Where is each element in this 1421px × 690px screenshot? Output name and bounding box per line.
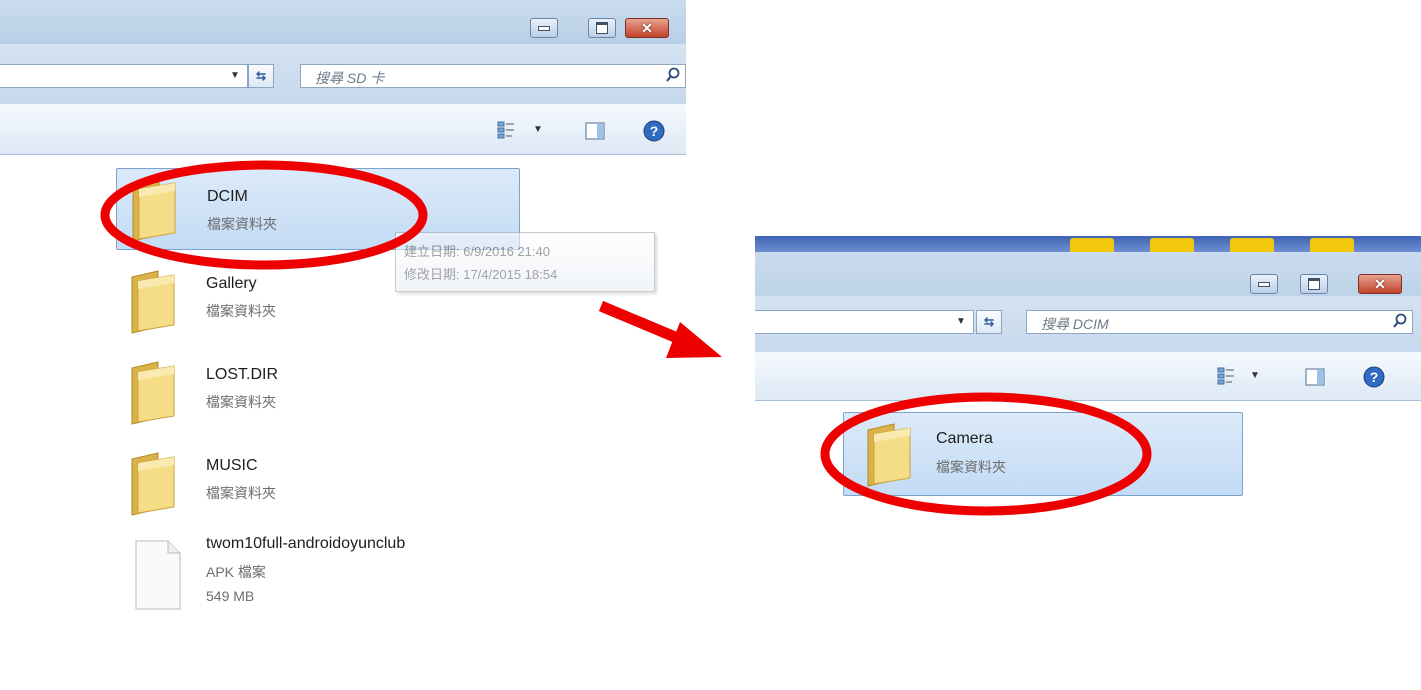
search-placeholder: 搜尋 DCIM xyxy=(1041,316,1109,332)
file-size: 549 MB xyxy=(206,588,255,604)
preview-pane-icon[interactable] xyxy=(1305,368,1325,386)
address-bar-area: ▼ ⇆ 搜尋 SD 卡 xyxy=(0,44,686,104)
file-list: Camera 檔案資料夾 xyxy=(755,401,1421,594)
explorer-window-dcim: ✕ ▼ ⇆ 搜尋 DCIM ▼ ? Camera 檔案資料夾 xyxy=(755,236,1421,594)
file-name: Camera xyxy=(936,430,993,447)
folder-icon xyxy=(131,361,175,425)
address-input[interactable]: ▼ xyxy=(0,64,248,88)
file-type: 檔案資料夾 xyxy=(206,485,276,501)
folder-icon xyxy=(132,178,176,242)
maximize-button[interactable] xyxy=(588,18,616,38)
minimize-button[interactable] xyxy=(1250,274,1278,294)
close-button[interactable]: ✕ xyxy=(625,18,669,38)
file-name: MUSIC xyxy=(206,457,258,474)
refresh-button[interactable]: ⇆ xyxy=(976,310,1002,334)
search-input[interactable]: 搜尋 SD 卡 xyxy=(300,64,686,88)
minimize-button[interactable] xyxy=(530,18,558,38)
svg-text:?: ? xyxy=(1370,369,1379,385)
search-icon[interactable] xyxy=(1392,313,1408,329)
file-item-lost-dir[interactable]: LOST.DIR 檔案資料夾 xyxy=(116,352,520,434)
view-dropdown-icon[interactable]: ▼ xyxy=(533,124,543,135)
file-name: DCIM xyxy=(207,188,248,205)
file-name: Gallery xyxy=(206,275,257,292)
tooltip-modified-date: 修改日期: 17/4/2015 18:54 xyxy=(404,267,558,282)
help-icon[interactable]: ? xyxy=(643,120,665,142)
view-options-icon[interactable] xyxy=(1217,367,1235,385)
preview-pane-icon[interactable] xyxy=(585,122,605,140)
desktop-background-strip xyxy=(755,236,1421,252)
refresh-icon: ⇆ xyxy=(255,69,267,83)
search-placeholder: 搜尋 SD 卡 xyxy=(315,70,385,86)
minimize-icon xyxy=(1258,281,1270,287)
svg-text:?: ? xyxy=(650,123,659,139)
search-icon[interactable] xyxy=(665,67,681,83)
close-icon: ✕ xyxy=(641,19,653,36)
maximize-button[interactable] xyxy=(1300,274,1328,294)
close-button[interactable]: ✕ xyxy=(1358,274,1402,294)
file-type: APK 檔案 xyxy=(206,564,266,580)
chevron-down-icon[interactable]: ▼ xyxy=(230,70,240,81)
refresh-icon: ⇆ xyxy=(983,315,995,329)
search-input[interactable]: 搜尋 DCIM xyxy=(1026,310,1413,334)
file-item-music[interactable]: MUSIC 檔案資料夾 xyxy=(116,443,520,525)
command-toolbar: ▼ ? xyxy=(0,104,686,155)
file-type: 檔案資料夾 xyxy=(206,303,276,319)
address-input[interactable]: ▼ xyxy=(755,310,974,334)
file-name: LOST.DIR xyxy=(206,366,279,383)
chevron-down-icon[interactable]: ▼ xyxy=(956,316,966,327)
folder-icon xyxy=(131,452,175,516)
file-type: 檔案資料夾 xyxy=(206,394,276,410)
maximize-icon xyxy=(1308,278,1320,290)
file-name: twom10full-androidoyunclub xyxy=(206,535,406,552)
minimize-icon xyxy=(538,25,550,31)
folder-icon xyxy=(131,270,175,334)
file-type: 檔案資料夾 xyxy=(207,216,277,232)
close-icon: ✕ xyxy=(1374,275,1386,292)
address-bar-area: ▼ ⇆ 搜尋 DCIM xyxy=(755,296,1421,356)
view-options-icon[interactable] xyxy=(497,121,515,139)
file-type: 檔案資料夾 xyxy=(936,459,1006,475)
title-bar: ✕ xyxy=(0,0,686,44)
help-icon[interactable]: ? xyxy=(1363,366,1385,388)
file-item-apk[interactable]: twom10full-androidoyunclub APK 檔案 549 MB xyxy=(116,531,536,621)
refresh-button[interactable]: ⇆ xyxy=(248,64,274,88)
file-tooltip: 建立日期: 6/9/2016 21:40 修改日期: 17/4/2015 18:… xyxy=(395,232,655,292)
file-icon xyxy=(135,540,181,610)
folder-icon xyxy=(867,423,911,487)
view-dropdown-icon[interactable]: ▼ xyxy=(1250,370,1260,381)
explorer-window-sd-card: ✕ ▼ ⇆ 搜尋 SD 卡 ▼ ? DCIM 檔案資料夾 Gallery 檔案資… xyxy=(0,0,686,690)
command-toolbar: ▼ ? xyxy=(755,352,1421,401)
maximize-icon xyxy=(596,22,608,34)
file-item-camera[interactable]: Camera 檔案資料夾 xyxy=(843,412,1243,496)
tooltip-created-date: 建立日期: 6/9/2016 21:40 xyxy=(404,244,550,259)
